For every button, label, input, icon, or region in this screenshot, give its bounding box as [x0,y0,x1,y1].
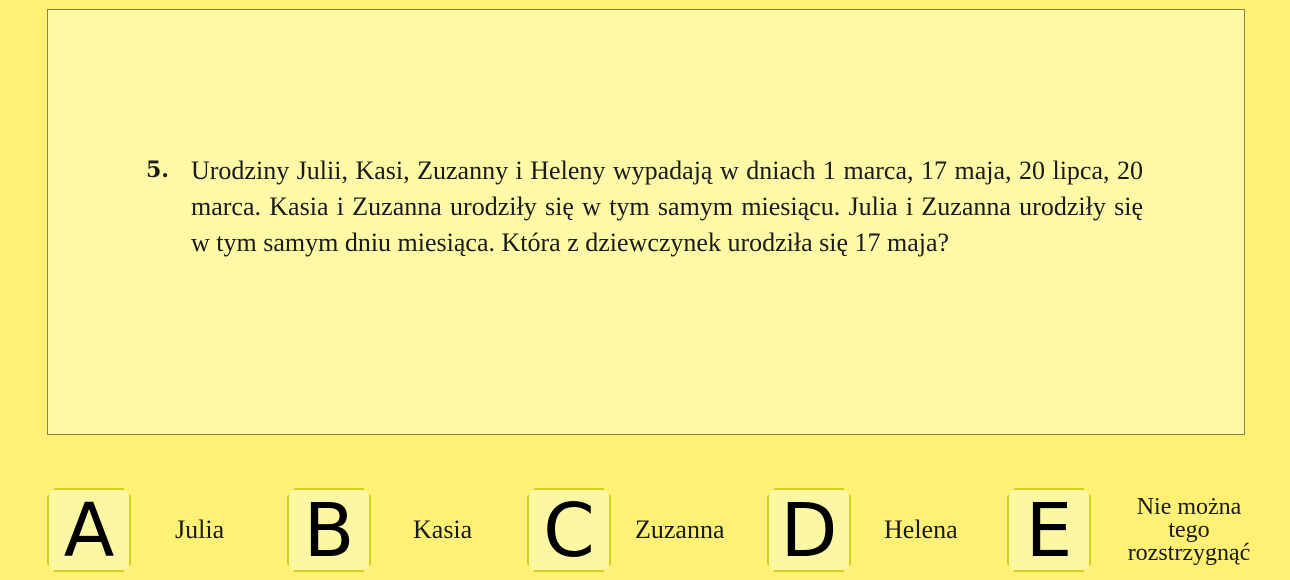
question-text: Urodziny Julii, Kasi, Zuzanny i Heleny w… [191,156,1143,257]
answer-d-letter: D [780,488,838,574]
answer-b-button[interactable]: B [287,488,371,572]
answer-option-d[interactable]: D Helena [767,488,997,574]
answer-e-button[interactable]: E [1007,488,1091,572]
answer-a-button[interactable]: A [47,488,131,572]
answer-c-button[interactable]: C [527,488,611,572]
answer-option-b[interactable]: B Kasia [287,488,517,574]
answer-c-label: Zuzanna [635,515,725,544]
question-number: 5. [146,157,169,183]
answer-e-letter: E [1025,488,1073,574]
answer-e-label-line-3: rozstrzygnąć [1127,539,1251,566]
answer-option-a[interactable]: A Julia [47,488,277,574]
answer-option-c[interactable]: C Zuzanna [527,488,757,574]
answer-e-label: Nie można tego rozstrzygnąć [1091,488,1287,572]
answer-c-letter: C [543,488,595,574]
answer-a-letter: A [63,488,115,574]
answer-e-label-line-1: Nie można [1136,493,1242,520]
question-box: 5. Urodziny Julii, Kasi, Zuzanny i Helen… [47,9,1245,435]
answer-option-e[interactable]: E Nie można tego rozstrzygnąć [1007,488,1287,574]
answer-d-label: Helena [884,515,958,544]
answer-b-label: Kasia [413,515,473,544]
answer-b-letter: B [303,488,355,574]
answer-e-label-line-2: tego [1168,516,1210,543]
answer-d-button[interactable]: D [767,488,851,572]
answer-a-label: Julia [175,515,225,544]
